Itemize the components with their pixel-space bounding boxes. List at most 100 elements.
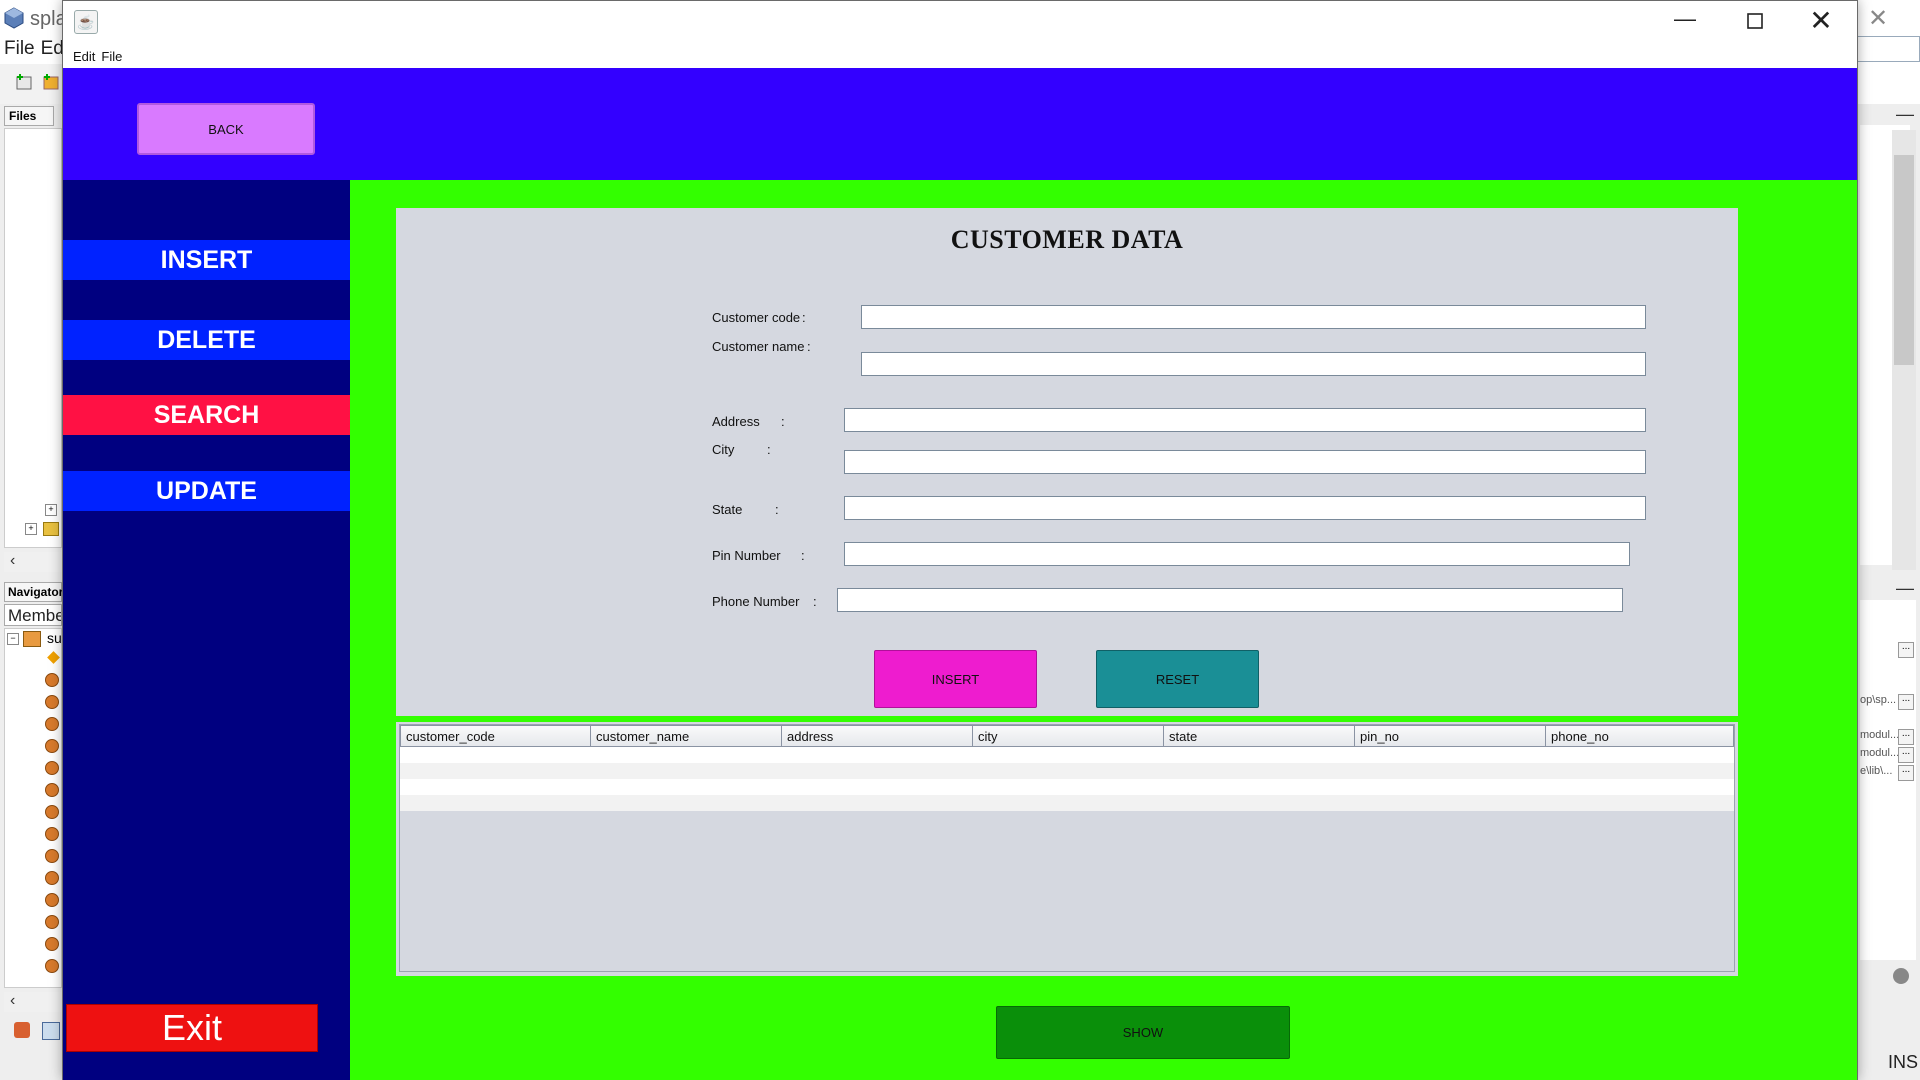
menu-file[interactable]: File — [101, 49, 122, 64]
sidebar-update-button[interactable]: UPDATE — [63, 471, 350, 511]
table-header: customer_code customer_name address city… — [400, 725, 1734, 747]
ide-browse-button[interactable]: ... — [1898, 694, 1914, 710]
window-minimize-icon[interactable]: — — [1670, 6, 1700, 36]
netbeans-cube-icon — [3, 7, 25, 29]
ide-prop-value: op\sp... — [1860, 694, 1897, 706]
method-icon — [45, 695, 59, 709]
method-icon — [45, 871, 59, 885]
tree-expand-icon[interactable]: + — [25, 523, 37, 535]
ide-navigator-tree: − su — [4, 628, 62, 988]
ide-prop-value: modul... — [1860, 747, 1900, 759]
ide-window-icon[interactable] — [42, 1022, 60, 1040]
reset-button[interactable]: RESET — [1096, 650, 1259, 708]
menu-edit[interactable]: Edit — [73, 49, 95, 64]
method-icon — [45, 915, 59, 929]
table-row[interactable] — [400, 779, 1734, 795]
insert-button[interactable]: INSERT — [874, 650, 1037, 708]
pin-number-label: Pin Number — [712, 548, 781, 563]
state-input[interactable] — [844, 496, 1646, 520]
column-header-state[interactable]: state — [1164, 725, 1355, 747]
method-icon — [45, 717, 59, 731]
ide-browse-button[interactable]: ... — [1898, 729, 1914, 745]
ide-menubar: File Edi — [0, 38, 68, 64]
method-icon — [45, 783, 59, 797]
ide-notification-icon[interactable] — [1893, 968, 1909, 984]
table-row[interactable] — [400, 747, 1734, 763]
column-header-pin-no[interactable]: pin_no — [1355, 725, 1546, 747]
tree-collapse-icon[interactable]: − — [7, 633, 19, 645]
colon: : — [807, 339, 811, 354]
address-label: Address — [712, 414, 760, 429]
ide-prop-value: e\lib\... — [1860, 765, 1893, 777]
colon: : — [801, 548, 805, 563]
class-icon — [23, 631, 41, 647]
method-icon — [45, 893, 59, 907]
ide-project-tree: + + — [4, 128, 62, 548]
method-icon — [45, 937, 59, 951]
phone-number-input[interactable] — [837, 588, 1623, 612]
back-button[interactable]: BACK — [137, 103, 315, 155]
exit-button[interactable]: Exit — [66, 1004, 318, 1052]
folder-icon — [43, 522, 59, 536]
customer-name-label: Customer name — [712, 339, 805, 354]
ide-search-input[interactable] — [1857, 36, 1920, 62]
show-button[interactable]: SHOW — [996, 1006, 1290, 1059]
new-project-icon[interactable] — [14, 72, 34, 92]
ide-insert-mode-status: INS — [1888, 1052, 1919, 1072]
ide-close-icon[interactable]: ✕ — [1868, 4, 1888, 33]
ide-minimize-icon[interactable]: — — [1896, 578, 1914, 599]
ide-menu-file[interactable]: File — [4, 38, 35, 59]
colon: : — [813, 594, 817, 609]
table-row[interactable] — [400, 763, 1734, 779]
sidebar-delete-button[interactable]: DELETE — [63, 320, 350, 360]
pin-number-input[interactable] — [844, 542, 1630, 566]
java-app-icon: ☕ — [74, 10, 98, 34]
sidebar-insert-button[interactable]: INSERT — [63, 240, 350, 280]
ide-navigator-tab[interactable]: Navigator — [4, 582, 63, 602]
column-header-address[interactable]: address — [782, 725, 973, 747]
ide-horizontal-scrollbar[interactable]: ‹ — [4, 992, 62, 1012]
field-icon — [47, 651, 60, 664]
ide-bottom-icons — [4, 1020, 62, 1044]
ide-node-label: su — [47, 630, 62, 646]
column-header-city[interactable]: city — [973, 725, 1164, 747]
customer-code-label: Customer code — [712, 310, 801, 325]
ide-output-icon[interactable] — [14, 1022, 30, 1038]
ide-prop-value: modul... — [1860, 729, 1900, 741]
window-close-icon[interactable]: ✕ — [1806, 4, 1836, 36]
window-menubar: Edit File — [63, 44, 1857, 68]
colon: : — [781, 414, 785, 429]
method-icon — [45, 673, 59, 687]
sidebar — [63, 180, 350, 1080]
colon: : — [775, 502, 779, 517]
ide-files-tab[interactable]: Files — [4, 106, 54, 126]
ide-browse-button[interactable]: ... — [1898, 747, 1914, 763]
new-file-icon[interactable] — [40, 72, 60, 92]
ide-scroll-thumb[interactable] — [1894, 155, 1914, 365]
column-header-customer-code[interactable]: customer_code — [400, 725, 591, 747]
window-title-bar — [63, 1, 1857, 44]
method-icon — [45, 739, 59, 753]
colon: : — [802, 310, 806, 325]
ide-horizontal-scrollbar[interactable]: ‹ — [4, 552, 62, 572]
window-maximize-icon[interactable] — [1740, 6, 1770, 36]
tree-expand-icon[interactable]: + — [45, 504, 57, 516]
ide-minimize-icon[interactable]: — — [1896, 104, 1914, 125]
ide-browse-button[interactable]: ... — [1898, 642, 1914, 658]
column-header-customer-name[interactable]: customer_name — [591, 725, 782, 747]
customer-code-input[interactable] — [861, 305, 1646, 329]
form-title: CUSTOMER DATA — [950, 225, 1184, 254]
column-header-phone-no[interactable]: phone_no — [1546, 725, 1734, 747]
address-input[interactable] — [844, 408, 1646, 432]
state-label: State — [712, 502, 743, 517]
method-icon — [45, 805, 59, 819]
city-input[interactable] — [844, 450, 1646, 474]
ide-browse-button[interactable]: ... — [1898, 765, 1914, 781]
ide-members-dropdown[interactable]: Member — [4, 604, 62, 626]
header-bar — [63, 68, 1857, 180]
table-row[interactable] — [400, 795, 1734, 811]
sidebar-search-button[interactable]: SEARCH — [63, 395, 350, 435]
customer-name-input[interactable] — [861, 352, 1646, 376]
method-icon — [45, 827, 59, 841]
method-icon — [45, 849, 59, 863]
